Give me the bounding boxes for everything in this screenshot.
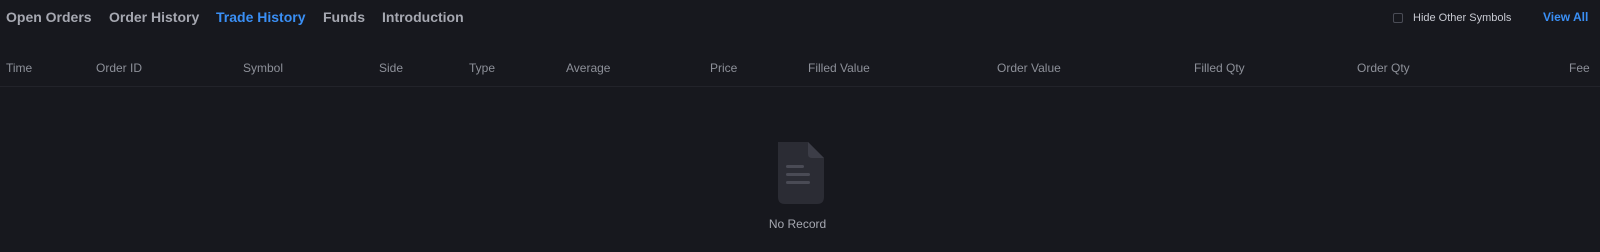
table-header: Time Order ID Symbol Side Type Average P… xyxy=(0,54,1600,87)
tab-open-orders[interactable]: Open Orders xyxy=(6,9,92,25)
empty-state: No Record xyxy=(740,140,860,236)
tab-order-history[interactable]: Order History xyxy=(109,9,199,25)
column-header-symbol: Symbol xyxy=(243,61,284,75)
hide-other-symbols-checkbox[interactable] xyxy=(1393,13,1403,23)
tab-trade-history[interactable]: Trade History xyxy=(216,9,305,25)
column-header-order-qty: Order Qty xyxy=(1357,61,1410,75)
column-header-order-id: Order ID xyxy=(96,61,143,75)
column-header-filled-qty: Filled Qty xyxy=(1194,61,1245,75)
column-header-filled-value: Filled Value xyxy=(808,61,870,75)
column-header-time: Time xyxy=(6,61,33,75)
column-header-side: Side xyxy=(379,61,404,75)
column-header-order-value: Order Value xyxy=(997,61,1061,75)
trade-panel: Open Orders Order History Trade History … xyxy=(0,0,1600,252)
column-header-type: Type xyxy=(469,61,496,75)
tab-bar: Open Orders Order History Trade History … xyxy=(0,0,1600,36)
tab-funds[interactable]: Funds xyxy=(323,9,365,25)
empty-state-text: No Record xyxy=(768,217,827,231)
tab-introduction[interactable]: Introduction xyxy=(382,9,464,25)
column-header-fee: Fee xyxy=(1569,61,1590,75)
document-icon xyxy=(778,142,824,204)
hide-other-symbols-label[interactable]: Hide Other Symbols xyxy=(1413,12,1511,24)
column-header-price: Price xyxy=(710,61,738,75)
view-all-link[interactable]: View All xyxy=(1543,10,1588,24)
column-header-average: Average xyxy=(566,61,611,75)
hide-other-symbols-option[interactable]: Hide Other Symbols xyxy=(1393,11,1511,25)
